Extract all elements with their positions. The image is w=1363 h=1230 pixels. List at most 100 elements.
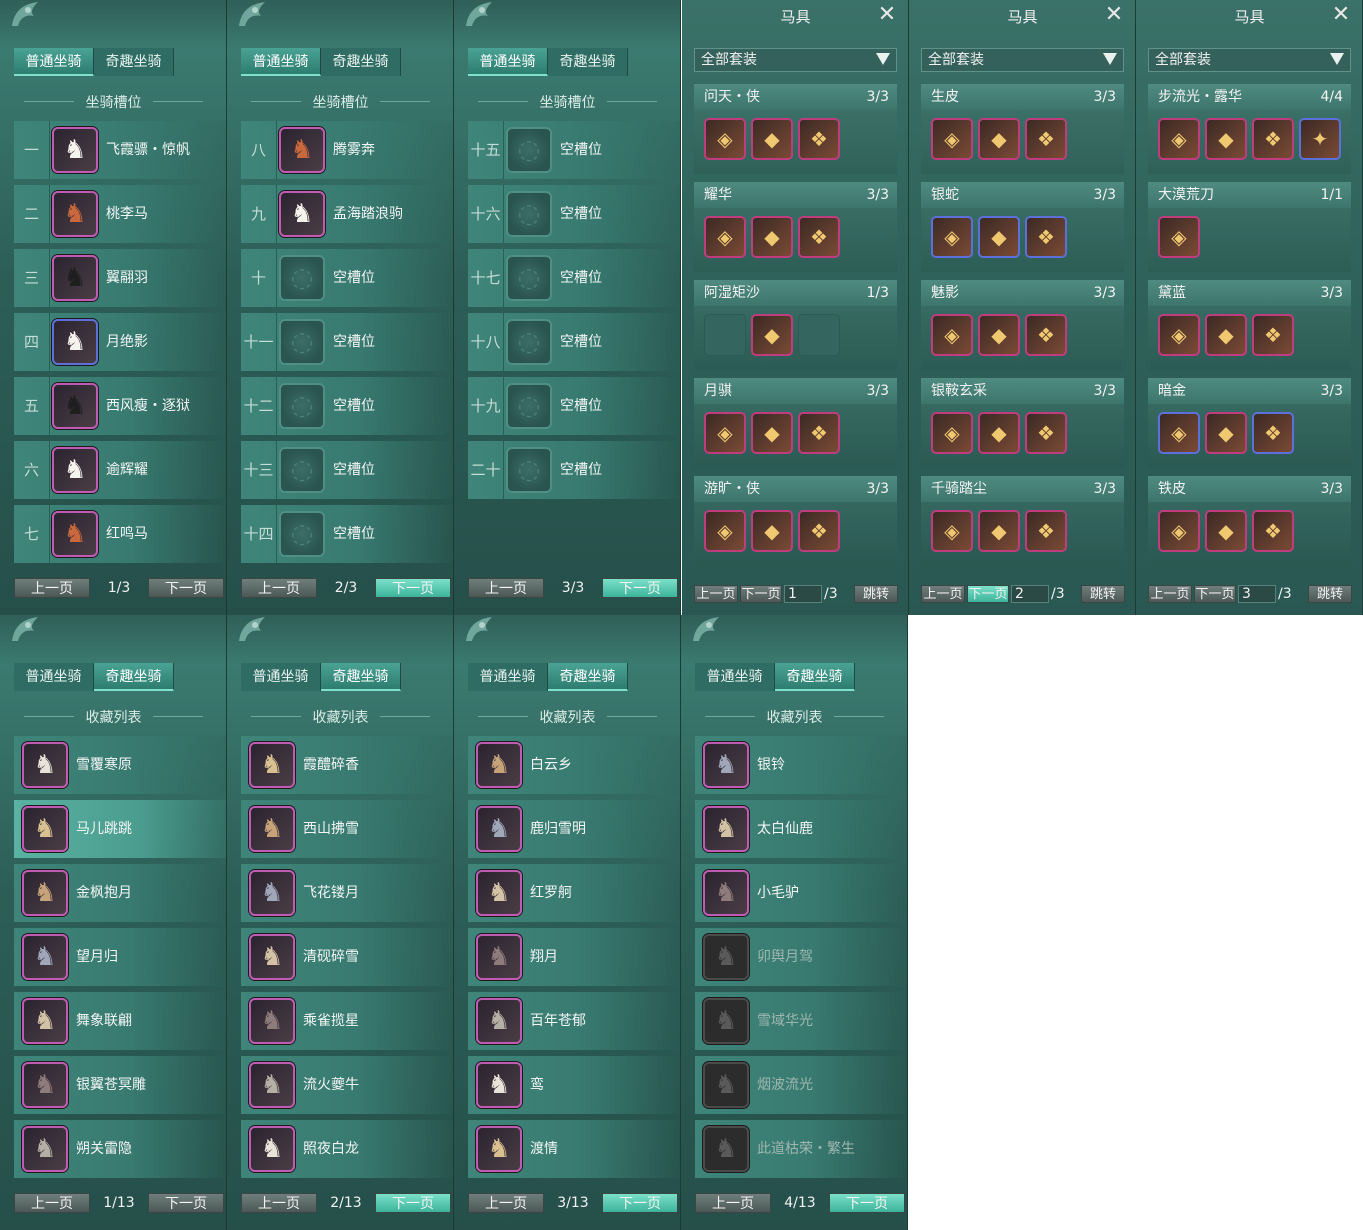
slot-row[interactable]: 十六 ◌ 空槽位 (468, 185, 680, 243)
tab-normal-mounts[interactable]: 普通坐骑 (468, 663, 548, 691)
tack-item-icon[interactable]: ◈ (931, 314, 973, 356)
collection-row[interactable]: ♞ 西山拂雪 (241, 800, 453, 858)
tack-item-icon[interactable]: ◈ (1158, 314, 1200, 356)
tab-fun-mounts[interactable]: 奇趣坐骑 (321, 663, 401, 691)
tack-item-icon[interactable]: ◈ (1158, 118, 1200, 160)
collection-row[interactable]: ♞ 金枫抱月 (14, 864, 226, 922)
collection-row[interactable]: ♞ 马儿跳跳 (14, 800, 226, 858)
collection-row[interactable]: ♞ 渡情 (468, 1120, 680, 1178)
jump-button[interactable]: 跳转 (1308, 585, 1352, 603)
slot-row[interactable]: 七 ♞ 红鸣马 (14, 505, 226, 563)
tack-item-icon[interactable]: ◈ (931, 412, 973, 454)
page-input[interactable]: 2 (1011, 585, 1049, 603)
collection-row[interactable]: ♞ 清砚碎雪 (241, 928, 453, 986)
tack-item-icon[interactable]: ❖ (798, 216, 840, 258)
tack-item-icon[interactable]: ❖ (1025, 216, 1067, 258)
tack-item-icon[interactable]: ◈ (931, 510, 973, 552)
tack-item-icon[interactable]: ❖ (1025, 510, 1067, 552)
tack-item-icon[interactable]: ◆ (751, 216, 793, 258)
tack-item-icon[interactable]: ◆ (978, 314, 1020, 356)
collection-row[interactable]: ♞ 银翼苍冥雕 (14, 1056, 226, 1114)
tack-item-icon[interactable]: ◆ (1205, 314, 1247, 356)
tack-item-icon[interactable]: ◈ (704, 510, 746, 552)
next-page-button[interactable]: 下一页 (375, 1193, 451, 1213)
tack-item-icon[interactable]: ❖ (1252, 510, 1294, 552)
tack-item-icon[interactable]: ◆ (1205, 118, 1247, 160)
slot-row[interactable]: 十五 ◌ 空槽位 (468, 121, 680, 179)
collection-row[interactable]: ♞ 鹿归雪明 (468, 800, 680, 858)
tack-item-icon[interactable]: ◆ (1205, 412, 1247, 454)
collection-row[interactable]: ♞ 雪域华光 (695, 992, 907, 1050)
collection-row[interactable]: ♞ 照夜白龙 (241, 1120, 453, 1178)
tack-item-icon[interactable]: ◆ (978, 510, 1020, 552)
next-page-button[interactable]: 下一页 (1194, 585, 1236, 603)
slot-row[interactable]: 三 ♞ 翼翮羽 (14, 249, 226, 307)
tack-item-icon[interactable]: ❖ (1025, 412, 1067, 454)
tack-item-icon[interactable]: ❖ (1025, 118, 1067, 160)
tack-item-icon[interactable]: ◆ (751, 118, 793, 160)
tack-item-icon[interactable]: ◈ (1158, 510, 1200, 552)
tack-item-icon[interactable]: ◈ (1158, 216, 1200, 258)
tab-normal-mounts[interactable]: 普通坐骑 (241, 663, 321, 691)
collection-row[interactable]: ♞ 霞醴碎香 (241, 736, 453, 794)
tack-item-icon[interactable]: ◈ (1158, 412, 1200, 454)
jump-button[interactable]: 跳转 (854, 585, 898, 603)
tab-normal-mounts[interactable]: 普通坐骑 (695, 663, 775, 691)
collection-row[interactable]: ♞ 白云乡 (468, 736, 680, 794)
tab-normal-mounts[interactable]: 普通坐骑 (241, 48, 321, 76)
tab-normal-mounts[interactable]: 普通坐骑 (14, 663, 94, 691)
close-icon[interactable]: ✕ (876, 4, 898, 26)
slot-row[interactable]: 八 ♞ 腾雾奔 (241, 121, 453, 179)
tack-item-icon[interactable]: ❖ (1252, 314, 1294, 356)
prev-page-button[interactable]: 上一页 (468, 1193, 544, 1213)
collection-row[interactable]: ♞ 乘雀揽星 (241, 992, 453, 1050)
collection-row[interactable]: ♞ 翔月 (468, 928, 680, 986)
tack-item-icon[interactable]: ◆ (978, 118, 1020, 160)
tack-item-icon[interactable]: ◆ (751, 314, 793, 356)
prev-page-button[interactable]: 上一页 (695, 1193, 771, 1213)
collection-row[interactable]: ♞ 烟波流光 (695, 1056, 907, 1114)
next-page-button[interactable]: 下一页 (602, 578, 678, 598)
collection-row[interactable]: ♞ 卯舆月驾 (695, 928, 907, 986)
tack-item-icon[interactable]: ◈ (931, 216, 973, 258)
jump-button[interactable]: 跳转 (1081, 585, 1125, 603)
collection-row[interactable]: ♞ 红罗舸 (468, 864, 680, 922)
tack-item-icon[interactable]: ◈ (704, 412, 746, 454)
slot-row[interactable]: 二十 ◌ 空槽位 (468, 441, 680, 499)
set-filter-dropdown[interactable]: 全部套装 (1148, 48, 1351, 72)
tab-fun-mounts[interactable]: 奇趣坐骑 (94, 48, 174, 76)
tack-item-icon[interactable]: ◈ (931, 118, 973, 160)
tack-item-icon[interactable]: ◆ (1205, 510, 1247, 552)
tack-item-icon[interactable]: ❖ (1252, 412, 1294, 454)
next-page-button[interactable]: 下一页 (602, 1193, 678, 1213)
page-input[interactable]: 1 (784, 585, 822, 603)
slot-row[interactable]: 十七 ◌ 空槽位 (468, 249, 680, 307)
set-filter-dropdown[interactable]: 全部套装 (694, 48, 897, 72)
collection-row[interactable]: ♞ 太白仙鹿 (695, 800, 907, 858)
collection-row[interactable]: ♞ 鸾 (468, 1056, 680, 1114)
collection-row[interactable]: ♞ 银铃 (695, 736, 907, 794)
next-page-button[interactable]: 下一页 (148, 1193, 224, 1213)
tack-item-icon[interactable]: ❖ (1025, 314, 1067, 356)
collection-row[interactable]: ♞ 小毛驴 (695, 864, 907, 922)
slot-row[interactable]: 九 ♞ 孟海踏浪驹 (241, 185, 453, 243)
tack-item-icon[interactable]: ❖ (798, 510, 840, 552)
prev-page-button[interactable]: 上一页 (921, 585, 965, 603)
tack-item-icon[interactable]: ❖ (798, 412, 840, 454)
close-icon[interactable]: ✕ (1103, 4, 1125, 26)
next-page-button[interactable]: 下一页 (148, 578, 224, 598)
slot-row[interactable]: 十一 ◌ 空槽位 (241, 313, 453, 371)
slot-row[interactable]: 十九 ◌ 空槽位 (468, 377, 680, 435)
tab-fun-mounts[interactable]: 奇趣坐骑 (548, 48, 628, 76)
prev-page-button[interactable]: 上一页 (14, 578, 90, 598)
slot-row[interactable]: 十八 ◌ 空槽位 (468, 313, 680, 371)
tab-fun-mounts[interactable]: 奇趣坐骑 (548, 663, 628, 691)
slot-row[interactable]: 十三 ◌ 空槽位 (241, 441, 453, 499)
slot-row[interactable]: 二 ♞ 桃李马 (14, 185, 226, 243)
slot-row[interactable]: 十 ◌ 空槽位 (241, 249, 453, 307)
tack-item-icon[interactable]: ◆ (978, 412, 1020, 454)
prev-page-button[interactable]: 上一页 (241, 578, 317, 598)
slot-row[interactable]: 十二 ◌ 空槽位 (241, 377, 453, 435)
collection-row[interactable]: ♞ 舞象联翩 (14, 992, 226, 1050)
next-page-button[interactable]: 下一页 (375, 578, 451, 598)
